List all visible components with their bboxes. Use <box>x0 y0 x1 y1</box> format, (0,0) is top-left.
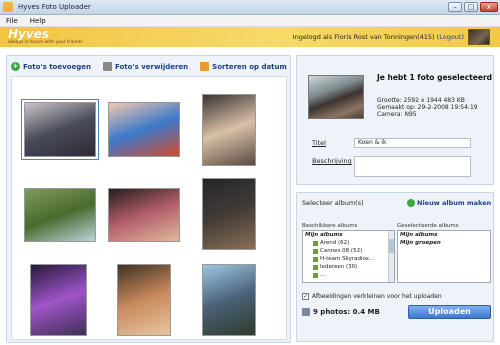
sort-by-date-label: Sorteren op datum <box>212 62 287 71</box>
album-icon <box>313 272 318 278</box>
album-icon <box>313 248 318 254</box>
calendar-icon <box>200 62 210 71</box>
list-item[interactable]: Mijn groepen <box>398 239 490 247</box>
available-albums-caption: Beschikbare albums <box>302 223 358 229</box>
selection-panel: Je hebt 1 foto geselecteerd Grootte: 259… <box>296 55 494 185</box>
photos-icon <box>302 308 310 316</box>
upload-summary-text: 9 photos: 0.4 MB <box>313 308 380 316</box>
album-label: Iedereen (30) <box>320 264 358 270</box>
title-input[interactable]: Koen & ik <box>354 138 471 148</box>
album-label: Arend (62) <box>320 240 350 246</box>
header-band: Hyves always in touch with your friends … <box>0 27 500 47</box>
window-title: Hyves Foto Uploader <box>18 3 91 11</box>
album-list-scrollbar[interactable] <box>388 231 394 282</box>
photo-thumbnail[interactable] <box>202 264 256 336</box>
remove-photos-button[interactable]: Foto's verwijderen <box>102 62 189 71</box>
photo-thumbnail[interactable] <box>108 102 180 157</box>
album-label: ... <box>320 272 326 278</box>
description-textarea[interactable] <box>354 156 471 177</box>
selected-photo-preview <box>308 75 364 119</box>
app-icon <box>3 2 13 12</box>
photo-date: Gemaakt op: 29-2-2008 19:54:19 <box>377 104 478 111</box>
list-item[interactable]: Mijn albums <box>303 231 394 239</box>
login-status: Ingelogd als Floris Rost van Tonningen(4… <box>293 33 464 41</box>
photo-thumbnail[interactable] <box>202 94 256 166</box>
minimize-button[interactable]: – <box>448 2 462 12</box>
photo-thumbnail[interactable] <box>108 188 180 242</box>
menu-help[interactable]: Help <box>30 17 46 25</box>
resize-option[interactable]: ✓ Afbeeldingen verkleinen voor het uploa… <box>302 293 442 300</box>
menu-file[interactable]: File <box>6 17 18 25</box>
photo-thumbnail[interactable] <box>24 188 96 242</box>
list-item[interactable]: H-team Skyradiox... <box>303 255 394 263</box>
hyves-logo: Hyves always in touch with your friends <box>8 27 83 45</box>
album-icon <box>313 240 318 246</box>
plus-icon: + <box>11 62 20 71</box>
title-bar: Hyves Foto Uploader – □ x <box>0 0 500 15</box>
logout-link[interactable]: (Logout) <box>437 33 464 41</box>
album-label: Cannes 08 (52) <box>320 248 363 254</box>
photos-panel: + Foto's toevoegen Foto's verwijderen So… <box>6 55 291 343</box>
add-photos-button[interactable]: + Foto's toevoegen <box>11 62 91 71</box>
logo-tagline: always in touch with your friends <box>8 40 83 45</box>
photo-thumbnail[interactable] <box>30 264 87 336</box>
photo-size: Grootte: 2592 x 1944 483 KB <box>377 97 465 104</box>
description-label: Beschrijving <box>312 157 352 165</box>
plus-icon <box>407 199 415 207</box>
close-button[interactable]: x <box>480 2 498 12</box>
list-item[interactable]: Cannes 08 (52) <box>303 247 394 255</box>
maximize-button[interactable]: □ <box>464 2 478 12</box>
album-icon <box>313 256 318 262</box>
upload-button[interactable]: Uploaden <box>408 305 491 319</box>
menu-bar: File Help <box>0 15 500 27</box>
resize-checkbox[interactable]: ✓ <box>302 293 309 300</box>
remove-photos-label: Foto's verwijderen <box>114 62 189 71</box>
add-photos-label: Foto's toevoegen <box>23 62 91 71</box>
photo-thumbnail[interactable] <box>21 99 99 160</box>
photo-grid <box>11 76 287 340</box>
selected-albums-list[interactable]: Mijn albums Mijn groepen <box>397 230 491 283</box>
albums-panel: Selecteer album(s) Nieuw album maken Bes… <box>296 192 494 342</box>
list-item[interactable]: Mijn albums <box>398 231 490 239</box>
list-item[interactable]: ... <box>303 271 394 279</box>
new-album-button[interactable]: Nieuw album maken <box>407 199 491 207</box>
window-controls: – □ x <box>448 2 498 12</box>
upload-summary: 9 photos: 0.4 MB <box>302 308 380 316</box>
album-icon <box>313 264 318 270</box>
photo-thumbnail[interactable] <box>117 264 171 336</box>
trash-icon <box>102 62 112 71</box>
resize-label: Afbeeldingen verkleinen voor het uploade… <box>312 293 442 300</box>
new-album-label: Nieuw album maken <box>417 199 492 207</box>
avatar <box>468 29 490 45</box>
logo-name: Hyves <box>8 27 49 41</box>
scrollbar-thumb[interactable] <box>389 239 394 253</box>
sort-by-date-button[interactable]: Sorteren op datum <box>200 62 287 71</box>
selected-albums-caption: Geselecteerde albums <box>397 223 459 229</box>
list-item[interactable]: Iedereen (30) <box>303 263 394 271</box>
album-label: H-team Skyradiox... <box>320 256 375 262</box>
photo-toolbar: + Foto's toevoegen Foto's verwijderen So… <box>11 62 287 71</box>
logged-in-text: Ingelogd als Floris Rost van Tonningen(4… <box>292 33 435 41</box>
available-albums-list[interactable]: Mijn albums Arend (62) Cannes 08 (52) H-… <box>302 230 395 283</box>
list-item[interactable]: Arend (62) <box>303 239 394 247</box>
title-label: Titel <box>312 139 326 147</box>
photo-camera: Camera: N95 <box>377 111 417 118</box>
select-albums-label: Selecteer album(s) <box>302 199 364 207</box>
photo-thumbnail[interactable] <box>202 178 256 250</box>
selection-title: Je hebt 1 foto geselecteerd <box>377 73 493 82</box>
